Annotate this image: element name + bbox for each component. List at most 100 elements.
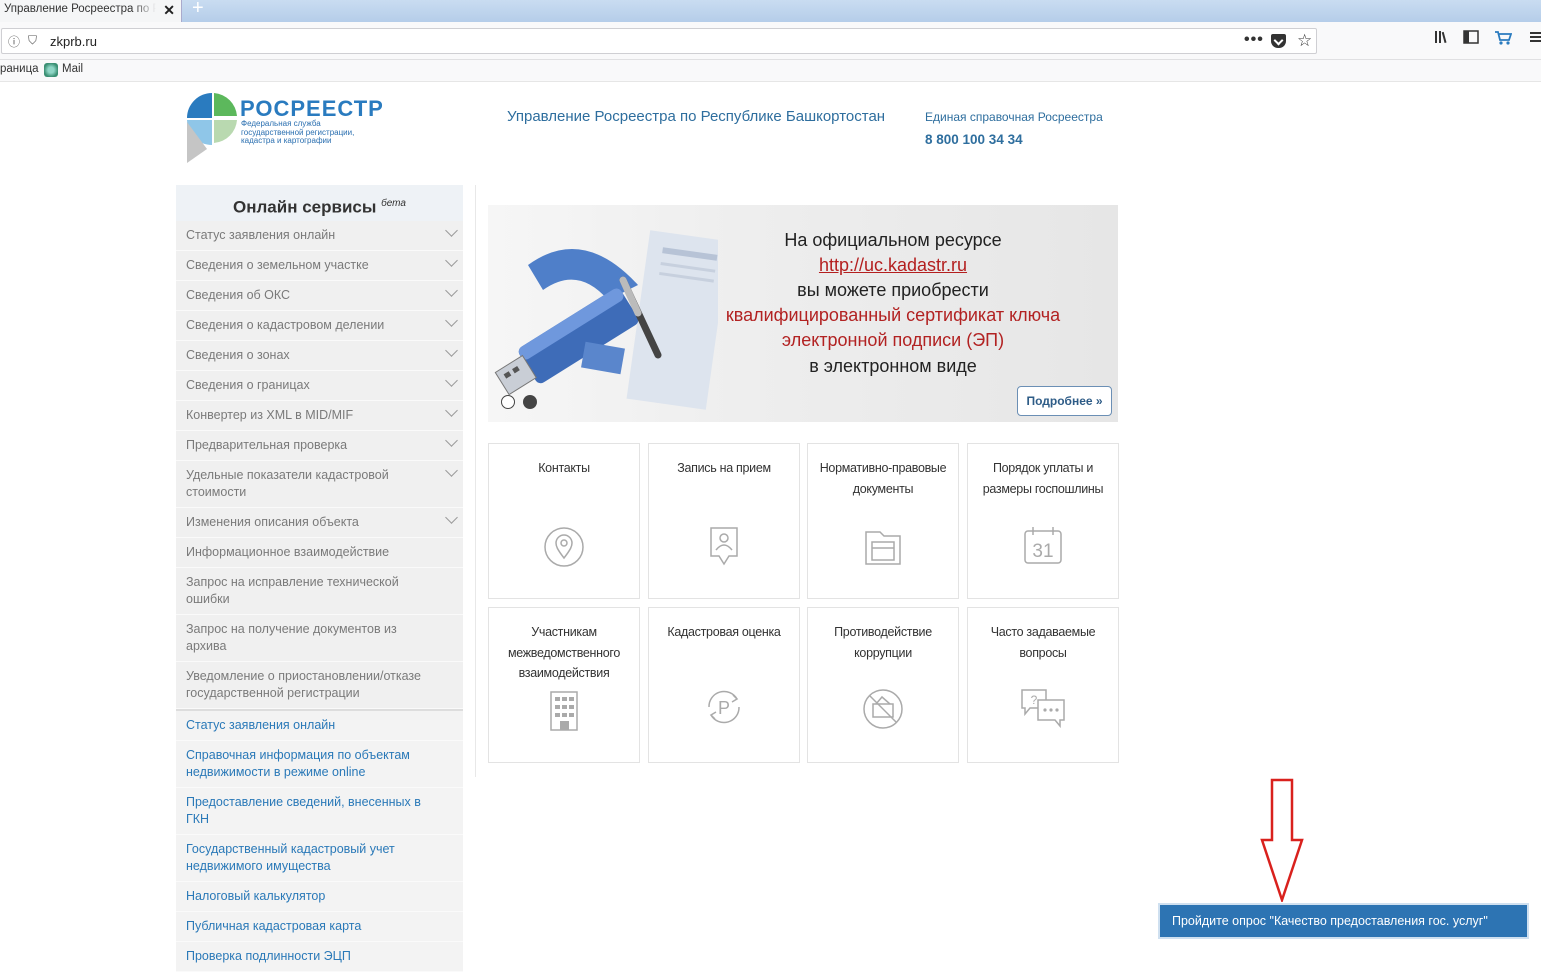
sidebar-item[interactable]: Статус заявления онлайн — [176, 221, 463, 251]
more-actions-icon[interactable]: ••• — [1244, 31, 1264, 49]
service-tile[interactable]: Противодействие коррупции — [807, 607, 959, 763]
sidebar-item[interactable]: Изменения описания объекта — [176, 508, 463, 538]
slide-dot-1[interactable] — [501, 395, 515, 409]
sidebar-item-label: Сведения о кадастровом делении — [186, 318, 385, 332]
sidebar-item[interactable]: Сведения об ОКС — [176, 281, 463, 311]
menu-icon[interactable] — [1530, 30, 1541, 48]
service-tile[interactable]: Порядок уплаты и размеры госпошлины 31 — [967, 443, 1119, 599]
service-tile[interactable]: Часто задаваемые вопросы? — [967, 607, 1119, 763]
sidebar-item-label: Запрос на исправление технической ошибки — [186, 575, 399, 606]
sidebar-item-label: Статус заявления онлайн — [186, 228, 336, 242]
sidebar-item[interactable]: Информационное взаимодействие — [176, 538, 463, 568]
sidebar-link[interactable]: Справочная информация по объектам недвиж… — [176, 741, 463, 788]
sidebar-item-label: Информационное взаимодействие — [186, 545, 390, 559]
close-icon[interactable]: ✕ — [163, 1, 175, 19]
service-tile[interactable]: Контакты — [488, 443, 640, 599]
chevron-down-icon[interactable] — [445, 224, 458, 237]
sidebar-link[interactable]: Государственный кадастровый учет недвижи… — [176, 835, 463, 882]
tile-label: Запись на прием — [677, 461, 771, 475]
banner-highlight-2: электронной подписи (ЭП) — [781, 330, 1005, 350]
service-tile[interactable]: Кадастровая оценка P — [648, 607, 800, 763]
sidebar-item-label: Предварительная проверка — [186, 438, 348, 452]
banner-line-3: в электронном виде — [809, 356, 977, 376]
service-tile[interactable]: Нормативно-правовые документы — [807, 443, 959, 599]
library-icon[interactable] — [1434, 30, 1450, 48]
sidebar-link[interactable]: Статус заявления онлайн — [176, 711, 463, 741]
rosreestr-logo-icon[interactable] — [185, 91, 239, 165]
tab-title: Управление Росреестра по Ре — [4, 3, 156, 15]
banner-link[interactable]: http://uc.kadastr.ru — [698, 255, 1088, 276]
sidebar-item[interactable]: Конвертер из XML в MID/MIF — [176, 401, 463, 431]
tab-strip: Управление Росреестра по Ре ✕ + — [0, 0, 1541, 22]
url-text[interactable]: zkprb.ru — [50, 34, 97, 49]
tile-label: Участникам межведомственного взаимодейст… — [507, 625, 621, 680]
tile-label: Порядок уплаты и размеры госпошлины — [982, 461, 1104, 496]
chevron-down-icon[interactable] — [445, 404, 458, 417]
chevron-down-icon[interactable] — [445, 314, 458, 327]
sidebar-item[interactable]: Сведения о кадастровом делении — [176, 311, 463, 341]
sidebar-item[interactable]: Удельные показатели кадастровой стоимост… — [176, 461, 463, 508]
banner-line-1: На официальном ресурсе — [784, 230, 1002, 250]
survey-button[interactable]: Пройдите опрос "Качество предоставления … — [1158, 903, 1529, 939]
sidebar-item[interactable]: Запрос на исправление технической ошибки — [176, 568, 463, 615]
more-button[interactable]: Подробнее » — [1017, 386, 1112, 416]
red-arrow-annotation-icon — [1260, 778, 1304, 902]
sidebar-link-list: Статус заявления онлайн Справочная информ… — [176, 711, 463, 972]
sidebar-item-label: Изменения описания объекта — [186, 515, 359, 529]
chevron-down-icon[interactable] — [445, 464, 458, 477]
sidebar-item-label: Сведения о границах — [186, 378, 310, 392]
mail-icon — [44, 63, 58, 77]
sidebar-item-label: Сведения об ОКС — [186, 288, 291, 302]
page-title: Управление Росреестра по Республике Башк… — [507, 108, 886, 125]
chevron-down-icon[interactable] — [445, 374, 458, 387]
sidebar-heading: Онлайн сервисы бета — [176, 185, 463, 221]
sidebar-item[interactable]: Уведомление о приостановлении/отказе гос… — [176, 662, 463, 709]
column-divider — [475, 185, 476, 777]
pocket-icon[interactable] — [1271, 34, 1286, 48]
sidebar-link[interactable]: Налоговый калькулятор — [176, 882, 463, 912]
cart-icon[interactable] — [1494, 30, 1513, 50]
url-bar[interactable]: ⓘ ⛉ zkprb.ru ••• ☆ — [1, 28, 1317, 54]
shield-icon[interactable]: ⛉ — [28, 33, 37, 48]
banner-line-2: вы можете приобрести — [797, 280, 989, 300]
sidebar-service-list: Статус заявления онлайн Сведения о земель… — [176, 221, 463, 709]
bookmarks-bar: раница Mail — [0, 60, 1541, 82]
sidebar-item-label: Запрос на получение документов из архива — [186, 622, 397, 653]
service-tile[interactable]: Участникам межведомственного взаимодейст… — [488, 607, 640, 763]
location-pin-icon — [539, 522, 589, 572]
bookmark-mail[interactable]: Mail — [62, 63, 83, 75]
slide-dot-2-active[interactable] — [523, 395, 537, 409]
appointment-icon — [699, 522, 749, 572]
sidebar-link[interactable]: Публичная кадастровая карта — [176, 912, 463, 942]
sidebar-link[interactable]: Проверка подлинности ЭЦП — [176, 942, 463, 972]
chevron-down-icon[interactable] — [445, 344, 458, 357]
sidebar-toggle-icon[interactable] — [1463, 30, 1479, 48]
sidebar-item[interactable]: Запрос на получение документов из архива — [176, 615, 463, 662]
faq-icon: ? — [1018, 684, 1068, 734]
sidebar-item[interactable]: Сведения о границах — [176, 371, 463, 401]
banner-highlight-1: квалифицированный сертификат ключа — [725, 305, 1061, 325]
chevron-down-icon[interactable] — [445, 284, 458, 297]
chevron-down-icon[interactable] — [445, 511, 458, 524]
tile-label: Контакты — [538, 461, 590, 475]
new-tab-icon[interactable]: + — [192, 0, 204, 20]
navigation-toolbar: ⓘ ⛉ zkprb.ru ••• ☆ — [0, 22, 1541, 60]
chevron-down-icon[interactable] — [445, 254, 458, 267]
service-tile[interactable]: Запись на прием — [648, 443, 800, 599]
sidebar-item[interactable]: Сведения о земельном участке — [176, 251, 463, 281]
info-icon[interactable]: ⓘ — [8, 33, 20, 50]
browser-tab[interactable]: Управление Росреестра по Ре ✕ — [0, 0, 182, 22]
bookmark-item[interactable]: раница — [0, 63, 39, 75]
chevron-down-icon[interactable] — [445, 434, 458, 447]
sidebar-item-label: Конвертер из XML в MID/MIF — [186, 408, 354, 422]
sidebar-item[interactable]: Сведения о зонах — [176, 341, 463, 371]
sidebar-item[interactable]: Предварительная проверка — [176, 431, 463, 461]
sidebar-link[interactable]: Предоставление сведений, внесенных в ГКН — [176, 788, 463, 835]
tile-label: Противодействие коррупции — [834, 625, 932, 660]
online-services-sidebar: Онлайн сервисы бета Статус заявления онл… — [176, 185, 463, 972]
tile-label: Нормативно-правовые документы — [819, 461, 947, 496]
anti-corruption-icon — [858, 684, 908, 734]
building-icon — [539, 686, 589, 736]
help-phone[interactable]: 8 800 100 34 34 — [925, 132, 1023, 147]
bookmark-star-icon[interactable]: ☆ — [1297, 31, 1312, 51]
